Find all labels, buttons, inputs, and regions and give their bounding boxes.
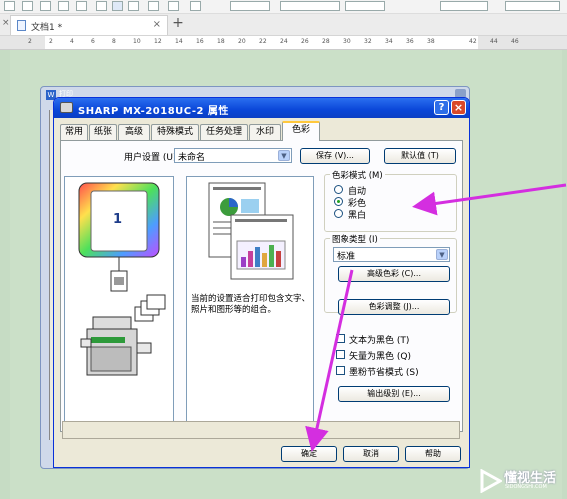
save-button[interactable]: 保存 (V)... <box>300 148 370 164</box>
output-level-button[interactable]: 输出级别 (E)... <box>338 386 450 402</box>
close-icon[interactable]: × <box>2 18 10 28</box>
printer-properties-dialog: SHARP MX-2018UC-2 属性 ? × 常用 纸张 高级 特殊模式 任… <box>53 97 470 468</box>
style-box[interactable] <box>345 1 385 11</box>
ruler-number: 22 <box>259 38 267 45</box>
chevron-down-icon[interactable]: ▼ <box>436 249 448 260</box>
ruler-number: 28 <box>322 38 330 45</box>
play-logo-icon <box>480 469 502 493</box>
checkbox-toner-save[interactable] <box>336 366 345 375</box>
format-icon[interactable] <box>96 1 107 11</box>
align-icon[interactable] <box>4 1 15 11</box>
color-mode-group <box>324 174 457 232</box>
document-tab-label: 文档1 * <box>31 23 63 33</box>
radio-bw[interactable] <box>334 209 343 218</box>
tab-watermark[interactable]: 水印 <box>249 124 281 140</box>
user-settings-value: 未命名 <box>178 153 206 163</box>
format-icon[interactable] <box>112 1 123 11</box>
style-box[interactable] <box>230 1 270 11</box>
ruler-number: 34 <box>385 38 393 45</box>
ruler-number: 46 <box>511 38 519 45</box>
checkbox-vector-black-label: 矢量为黑色 (Q) <box>349 352 411 362</box>
tab-job-handling[interactable]: 任务处理 <box>200 124 248 140</box>
advanced-color-button[interactable]: 高级色彩 (C)... <box>338 266 450 282</box>
watermark-subtext: SIDONGSHI.COM <box>505 484 547 490</box>
ruler-number: 8 <box>112 38 116 45</box>
checkbox-vector-black[interactable] <box>336 350 345 359</box>
radio-auto[interactable] <box>334 185 343 194</box>
close-icon[interactable]: × <box>153 19 161 30</box>
ruler-number: 36 <box>406 38 414 45</box>
preview-description: 当前的设置适合打印包含文字、照片和图形等的组合。 <box>191 294 311 315</box>
help-footer-button[interactable]: 帮助 <box>405 446 461 462</box>
ruler-number: 42 <box>469 38 477 45</box>
style-box[interactable] <box>440 1 488 11</box>
image-type-select[interactable]: 标准 ▼ <box>333 247 450 262</box>
user-settings-label: 用户设置 (U): <box>124 153 180 163</box>
image-type-value: 标准 <box>337 252 356 262</box>
chevron-down-icon[interactable]: ▼ <box>278 150 290 161</box>
ruler-number: 30 <box>343 38 351 45</box>
tab-common[interactable]: 常用 <box>60 124 88 140</box>
format-icon[interactable] <box>168 1 179 11</box>
align-icon[interactable] <box>58 1 69 11</box>
tab-paper[interactable]: 纸张 <box>89 124 117 140</box>
site-watermark: 懂视生活 SIDONGSHI.COM <box>478 466 566 496</box>
cancel-button[interactable]: 取消 <box>343 446 399 462</box>
ruler-number: 38 <box>427 38 435 45</box>
align-icon[interactable] <box>22 1 33 11</box>
format-icon[interactable] <box>190 1 201 11</box>
color-adjust-button[interactable]: 色彩调整 (J)... <box>338 299 450 315</box>
printer-preview: 1 <box>64 176 174 431</box>
ruler-number: 4 <box>70 38 74 45</box>
ruler-number: 14 <box>175 38 183 45</box>
format-icon[interactable] <box>128 1 139 11</box>
tab-advanced[interactable]: 高级 <box>118 124 150 140</box>
format-icon[interactable] <box>148 1 159 11</box>
ruler-number: 16 <box>196 38 204 45</box>
ruler-number: 32 <box>364 38 372 45</box>
help-button[interactable]: ? <box>434 100 449 115</box>
printer-icon <box>60 102 73 113</box>
dialog-title: SHARP MX-2018UC-2 属性 <box>78 106 229 117</box>
new-tab-button[interactable]: + <box>171 15 185 31</box>
document-icon <box>17 20 26 31</box>
default-button[interactable]: 默认值 (T) <box>384 148 456 164</box>
dialog-titlebar: SHARP MX-2018UC-2 属性 ? × <box>54 98 469 118</box>
ruler-number: 20 <box>238 38 246 45</box>
ruler-number: 2 <box>49 38 53 45</box>
ruler-number: 26 <box>301 38 309 45</box>
tab-color[interactable]: 色彩 <box>282 121 320 141</box>
ruler-number: 24 <box>280 38 288 45</box>
tab-special-mode[interactable]: 特殊模式 <box>151 124 199 140</box>
document-tab[interactable]: 文档1 * × <box>10 15 168 35</box>
radio-color[interactable] <box>334 197 343 206</box>
style-box[interactable] <box>280 1 340 11</box>
checkbox-text-black-label: 文本为黑色 (T) <box>349 336 410 346</box>
ruler-number: 44 <box>490 38 498 45</box>
user-settings-select[interactable]: 未命名 ▼ <box>174 148 292 163</box>
ruler-number: 2 <box>28 38 32 45</box>
ruler-number: 6 <box>91 38 95 45</box>
ruler-number: 12 <box>154 38 162 45</box>
close-button[interactable]: × <box>451 100 466 115</box>
checkbox-text-black[interactable] <box>336 334 345 343</box>
style-box[interactable] <box>505 1 560 11</box>
ok-button[interactable]: 确定 <box>281 446 337 462</box>
color-mode-label: 色彩模式 (M) <box>330 169 385 181</box>
ribbon-toolbar <box>0 0 567 14</box>
horizontal-ruler: 2 2 4 6 8 10 12 14 16 18 20 22 24 26 28 30 32 34 36 38 42 44 4… <box>0 36 567 50</box>
ruler-number: 10 <box>133 38 141 45</box>
page-number: 1 <box>113 212 123 227</box>
sample-pages-illustration <box>208 182 294 280</box>
align-icon[interactable] <box>76 1 87 11</box>
radio-bw-label: 黑白 <box>348 211 367 221</box>
align-icon[interactable] <box>40 1 51 11</box>
image-type-label: 图象类型 (I) <box>330 233 380 245</box>
dialog-status-strip <box>62 421 460 439</box>
checkbox-toner-save-label: 墨粉节省模式 (S) <box>349 368 419 378</box>
ruler-number: 18 <box>217 38 225 45</box>
